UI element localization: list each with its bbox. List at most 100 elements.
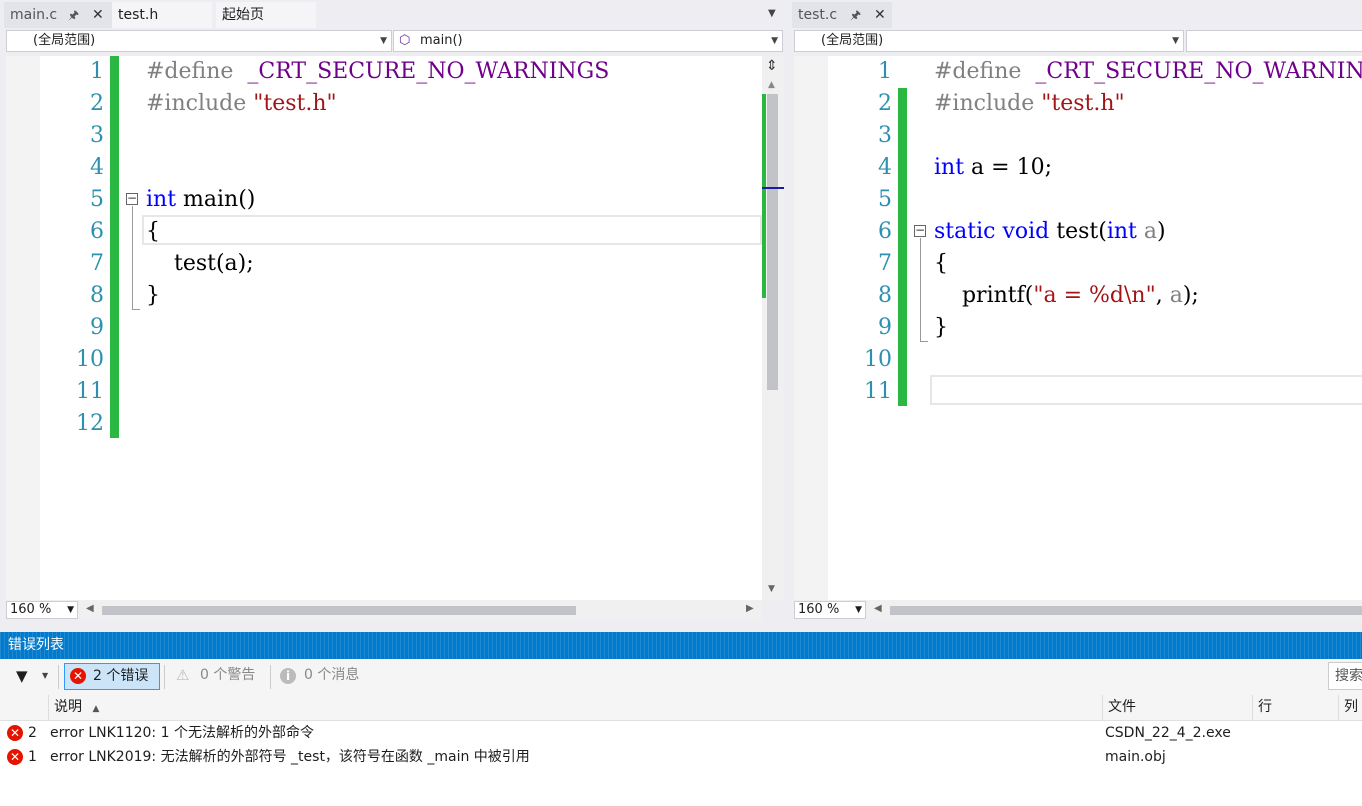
parameter: a bbox=[1136, 219, 1157, 244]
line-number: 5 bbox=[878, 187, 892, 212]
messages-filter-button[interactable]: i 0 个消息 bbox=[276, 663, 372, 690]
column-header-line[interactable]: 行 bbox=[1252, 695, 1338, 720]
pin-icon[interactable]: 🖈 bbox=[850, 2, 861, 28]
tab-test-h[interactable]: test.h bbox=[112, 2, 212, 28]
table-row[interactable]: ✕ 2 error LNK1120: 1 个无法解析的外部命令 CSDN_22_… bbox=[0, 721, 1362, 745]
error-description: error LNK1120: 1 个无法解析的外部命令 bbox=[50, 725, 314, 741]
fold-guide bbox=[920, 238, 921, 342]
tab-start-page[interactable]: 起始页 bbox=[216, 2, 316, 28]
directive: #define bbox=[934, 59, 1022, 84]
line-number: 10 bbox=[864, 347, 892, 372]
chevron-down-icon: ▼ bbox=[855, 605, 862, 615]
code-line-2: #include "test.h" bbox=[934, 88, 1125, 120]
code-line-1: #define _CRT_SECURE_NO_WARNINGS bbox=[934, 56, 1362, 88]
member-dropdown[interactable] bbox=[1186, 30, 1362, 52]
collapse-icon[interactable]: − bbox=[914, 224, 926, 237]
toolbar-separator bbox=[164, 665, 165, 689]
line-number: 11 bbox=[76, 379, 104, 404]
error-file: CSDN_22_4_2.exe bbox=[1105, 725, 1231, 741]
search-placeholder: 搜索 bbox=[1335, 668, 1362, 684]
chevron-down-icon[interactable]: ▼ bbox=[42, 671, 48, 680]
scope-dropdown[interactable]: (全局范围) ▼ bbox=[794, 30, 1184, 52]
right-editor[interactable]: 1 2 3 4 5 6 7 8 9 10 11 − #define _CRT_S… bbox=[794, 56, 1362, 600]
search-box[interactable]: 搜索 bbox=[1328, 662, 1362, 690]
header-label: 说明 bbox=[54, 699, 82, 715]
filter-icon[interactable]: ▼ bbox=[16, 667, 28, 685]
scope-dropdown[interactable]: (全局范围) ▼ bbox=[6, 30, 392, 52]
error-list-title-text: 错误列表 bbox=[8, 637, 64, 653]
line-number: 8 bbox=[90, 283, 104, 308]
line-number: 12 bbox=[76, 411, 104, 436]
line-number: 9 bbox=[90, 315, 104, 340]
chevron-down-icon: ▼ bbox=[1172, 36, 1179, 46]
column-header-file[interactable]: 文件 bbox=[1102, 695, 1252, 720]
line-number: 4 bbox=[90, 155, 104, 180]
member-dropdown[interactable]: ⬡ main() ▼ bbox=[393, 30, 783, 52]
left-horizontal-scrollbar[interactable]: ◀ ▶ bbox=[80, 600, 762, 620]
pin-icon[interactable]: 🖈 bbox=[68, 2, 79, 28]
zoom-dropdown[interactable]: 160 % ▼ bbox=[794, 601, 866, 619]
tab-main-c[interactable]: main.c 🖈 ✕ bbox=[4, 2, 112, 28]
caret-marker bbox=[762, 187, 784, 189]
warnings-filter-button[interactable]: ⚠ 0 个警告 bbox=[172, 663, 268, 690]
tab-overflow-chevron-icon[interactable]: ▼ bbox=[768, 8, 776, 19]
code-text: test( bbox=[1049, 219, 1107, 244]
close-icon[interactable]: ✕ bbox=[874, 2, 886, 28]
pane-splitter[interactable] bbox=[786, 0, 792, 622]
keyword: int bbox=[146, 187, 177, 212]
code-line-7: { bbox=[934, 251, 948, 276]
info-icon: i bbox=[280, 668, 296, 684]
change-bar bbox=[110, 56, 119, 438]
zoom-dropdown[interactable]: 160 % ▼ bbox=[6, 601, 78, 619]
directive: #define bbox=[146, 59, 234, 84]
string: "test.h" bbox=[253, 91, 337, 116]
error-icon: ✕ bbox=[70, 668, 86, 684]
string: "a = %d\n" bbox=[1033, 283, 1156, 308]
directive: #include bbox=[146, 91, 247, 116]
chevron-down-icon: ▼ bbox=[380, 36, 387, 46]
error-icon: ✕ bbox=[7, 725, 23, 741]
parameter: a bbox=[1169, 283, 1183, 308]
code-line-8: printf("a = %d\n", a); bbox=[934, 280, 1199, 312]
errors-count-label: 2 个错误 bbox=[93, 668, 149, 684]
scroll-up-icon[interactable]: ▲ bbox=[768, 80, 775, 90]
directive: #include bbox=[934, 91, 1035, 116]
scroll-left-icon[interactable]: ◀ bbox=[86, 603, 94, 614]
line-number: 10 bbox=[76, 347, 104, 372]
scroll-left-icon[interactable]: ◀ bbox=[874, 603, 882, 614]
current-line-highlight bbox=[930, 375, 1362, 405]
collapse-icon[interactable]: − bbox=[126, 192, 138, 205]
method-cube-icon: ⬡ bbox=[399, 33, 411, 48]
column-header-description[interactable]: 说明 ▲ bbox=[48, 695, 1102, 720]
keyword: static bbox=[934, 219, 996, 244]
line-number: 9 bbox=[878, 315, 892, 340]
column-header-column[interactable]: 列 bbox=[1338, 695, 1362, 720]
code-text: ) bbox=[1156, 219, 1166, 244]
left-vertical-scrollbar[interactable]: ⇕ ▲ ▼ bbox=[762, 56, 784, 600]
tab-label: test.h bbox=[118, 7, 159, 23]
error-code: 2 bbox=[28, 725, 37, 741]
code-line-5: int main() bbox=[146, 184, 255, 216]
scroll-thumb[interactable] bbox=[890, 606, 1362, 615]
error-list-title: 错误列表 bbox=[0, 632, 1362, 659]
right-horizontal-scrollbar[interactable]: ◀ bbox=[868, 600, 1362, 620]
split-handle-icon[interactable]: ⇕ bbox=[766, 58, 778, 74]
scroll-thumb[interactable] bbox=[102, 606, 576, 615]
scroll-thumb[interactable] bbox=[767, 94, 778, 390]
keyword: int bbox=[934, 155, 965, 180]
error-list-rows: ✕ 2 error LNK1120: 1 个无法解析的外部命令 CSDN_22_… bbox=[0, 721, 1362, 806]
scroll-down-icon[interactable]: ▼ bbox=[768, 584, 775, 594]
tab-test-c[interactable]: test.c 🖈 ✕ bbox=[792, 2, 892, 28]
scroll-right-icon[interactable]: ▶ bbox=[746, 603, 754, 614]
string: "test.h" bbox=[1041, 91, 1125, 116]
header-label: 行 bbox=[1258, 699, 1272, 715]
code-line-4: int a = 10; bbox=[934, 152, 1052, 184]
left-editor[interactable]: 1 2 3 4 5 6 7 8 9 10 11 12 − #define _CR… bbox=[6, 56, 762, 600]
close-icon[interactable]: ✕ bbox=[92, 2, 104, 28]
left-tab-strip: main.c 🖈 ✕ test.h 起始页 ▼ bbox=[0, 0, 790, 28]
warning-icon: ⚠ bbox=[176, 666, 190, 684]
errors-filter-button[interactable]: ✕ 2 个错误 bbox=[64, 663, 160, 690]
current-line-highlight bbox=[142, 215, 762, 245]
line-number: 6 bbox=[90, 219, 104, 244]
table-row[interactable]: ✕ 1 error LNK2019: 无法解析的外部符号 _test，该符号在函… bbox=[0, 745, 1362, 769]
